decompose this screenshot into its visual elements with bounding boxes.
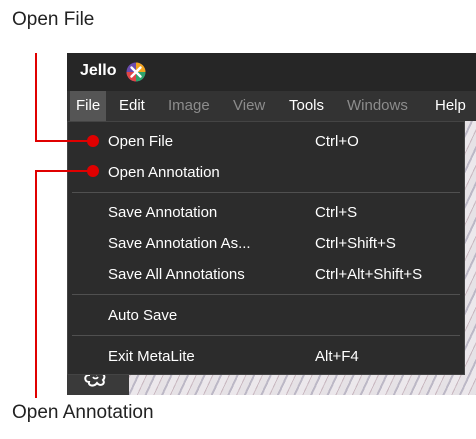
menu-file[interactable]: File [70, 91, 107, 121]
save-all-annotations-label: Save All Annotations [108, 266, 245, 283]
menu-help[interactable]: Help [429, 91, 472, 121]
save-all-annotations-shortcut: Ctrl+Alt+Shift+S [315, 266, 423, 283]
menu-item-save-annotation-as[interactable]: Save Annotation As... Ctrl+Shift+S [68, 229, 464, 259]
callout-label-open-file: Open File [12, 9, 95, 30]
callout-line-open-file [35, 53, 37, 142]
menu-separator [72, 192, 460, 193]
callout-dot-open-annotation [87, 165, 99, 177]
save-annotation-label: Save Annotation [108, 204, 218, 221]
app-name: Jello [80, 62, 117, 79]
save-annotation-shortcut: Ctrl+S [315, 204, 358, 221]
menu-separator [72, 335, 460, 336]
menu-item-save-annotation[interactable]: Save Annotation Ctrl+S [68, 198, 464, 228]
open-annotation-label: Open Annotation [108, 164, 220, 181]
menu-view[interactable]: View [227, 91, 271, 121]
menu-item-open-file[interactable]: Open File Ctrl+O [68, 127, 464, 157]
open-file-shortcut: Ctrl+O [315, 133, 359, 150]
callout-line-open-annotation [35, 170, 37, 398]
callout-line-open-annotation [35, 170, 93, 172]
jello-x-logo-icon [126, 62, 146, 82]
menu-windows[interactable]: Windows [341, 91, 414, 121]
menu-item-exit[interactable]: Exit MetaLite Alt+F4 [68, 342, 464, 372]
save-annotation-as-label: Save Annotation As... [108, 235, 251, 252]
file-menu-dropdown: Open File Ctrl+O Open Annotation Save An… [67, 121, 465, 375]
menu-bar: File Edit Image View Tools Windows Help [67, 91, 476, 121]
title-bar: Jello [67, 53, 476, 91]
exit-label: Exit MetaLite [108, 348, 195, 365]
auto-save-label: Auto Save [108, 307, 178, 324]
callout-label-open-annotation: Open Annotation [12, 402, 154, 423]
menu-item-auto-save[interactable]: Auto Save [68, 301, 464, 331]
app-window: Jello File Edit Image View Tools Windows… [67, 53, 476, 395]
menu-edit[interactable]: Edit [113, 91, 151, 121]
callout-line-open-file [35, 140, 93, 142]
callout-dot-open-file [87, 135, 99, 147]
menu-item-open-annotation[interactable]: Open Annotation [68, 158, 464, 188]
save-annotation-as-shortcut: Ctrl+Shift+S [315, 235, 396, 252]
menu-tools[interactable]: Tools [283, 91, 330, 121]
open-file-label: Open File [108, 133, 174, 150]
exit-shortcut: Alt+F4 [315, 348, 359, 365]
menu-image[interactable]: Image [162, 91, 216, 121]
menu-item-save-all-annotations[interactable]: Save All Annotations Ctrl+Alt+Shift+S [68, 260, 464, 290]
menu-separator [72, 294, 460, 295]
